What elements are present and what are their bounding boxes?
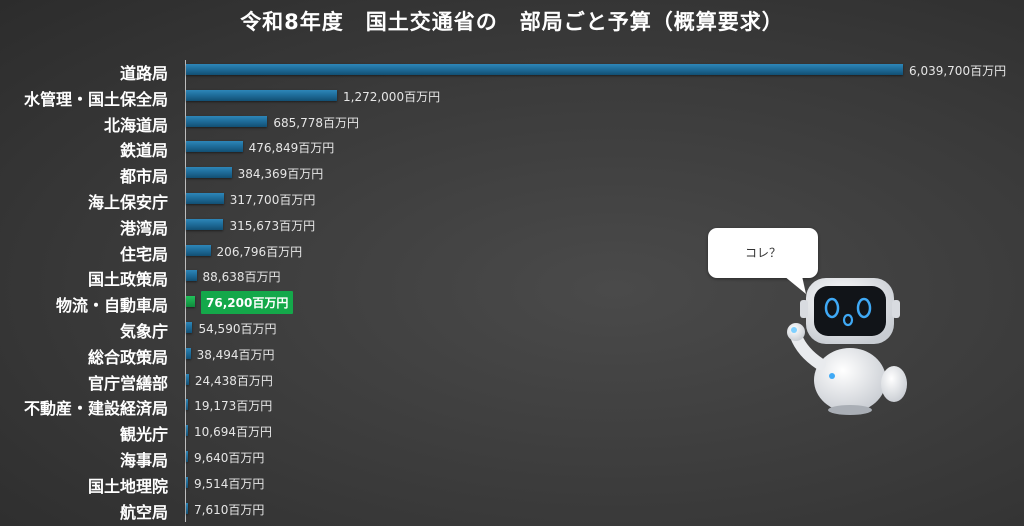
category-label: 観光庁 [119, 425, 168, 445]
value-label: 38,494百万円 [196, 347, 275, 362]
category-label: 住宅局 [119, 244, 168, 264]
bar [186, 502, 188, 514]
bar [186, 476, 188, 488]
value-label: 685,778百万円 [273, 115, 360, 130]
value-label: 6,039,700百万円 [909, 64, 1007, 78]
bar [186, 218, 224, 230]
speech-bubble-text: コレ？ [744, 246, 781, 260]
bar [186, 425, 188, 437]
category-label: 海上保安庁 [87, 193, 168, 212]
category-label: 港湾局 [119, 218, 168, 238]
category-label: 物流・自動車局 [55, 296, 168, 316]
category-label: 気象庁 [119, 322, 168, 341]
category-label: 都市局 [119, 167, 168, 187]
bar [186, 399, 189, 411]
value-label: 9,640百万円 [194, 451, 265, 465]
bar [186, 451, 188, 462]
category-label: 北海道局 [103, 115, 168, 135]
value-label: 54,590百万円 [198, 322, 277, 336]
chart-title: 令和8年度 国土交通省の 部局ごと予算（概算要求） [240, 10, 784, 34]
value-label: 384,369百万円 [237, 167, 324, 182]
value-label: 7,610百万円 [194, 502, 265, 517]
value-label: 10,694百万円 [194, 425, 272, 440]
chart: 令和8年度 国土交通省の 部局ごと予算（概算要求） 道路局 6,039,700百万… [0, 0, 1024, 526]
category-label: 鉄道局 [119, 141, 168, 161]
category-label: 国土地理院 [87, 476, 168, 496]
bar [186, 167, 232, 179]
value-label: 206,796百万円 [216, 244, 303, 259]
value-label: 88,638百万円 [202, 270, 281, 285]
bar [186, 296, 196, 308]
category-label: 海事局 [119, 451, 168, 470]
value-label: 19,173百万円 [194, 399, 273, 414]
category-label: 水管理・国土保全局 [23, 89, 168, 109]
value-label: 76,200百万円 [201, 291, 294, 315]
bar [186, 373, 189, 385]
category-label: 官庁営繕部 [87, 373, 168, 393]
bar [186, 244, 211, 256]
speech-bubble: コレ？ [708, 228, 818, 278]
value-label: 476,849百万円 [248, 141, 335, 156]
bar [186, 64, 903, 75]
category-label: 航空局 [119, 502, 168, 522]
bar [186, 322, 193, 333]
category-label: 不動産・建設経済局 [23, 399, 168, 419]
category-label: 国土政策局 [87, 270, 168, 290]
bar [186, 193, 224, 204]
bar [186, 115, 268, 127]
bar [186, 141, 243, 153]
bar [186, 89, 337, 101]
category-label: 総合政策局 [87, 347, 168, 367]
value-label: 24,438百万円 [194, 373, 273, 388]
value-label: 1,272,000百万円 [343, 89, 441, 104]
bar [186, 270, 197, 282]
category-label: 道路局 [119, 64, 168, 83]
robot-mascot-icon [787, 278, 907, 415]
value-label: 315,673百万円 [229, 218, 316, 233]
value-label: 317,700百万円 [229, 193, 316, 207]
value-label: 9,514百万円 [194, 476, 265, 491]
bar [186, 347, 191, 359]
